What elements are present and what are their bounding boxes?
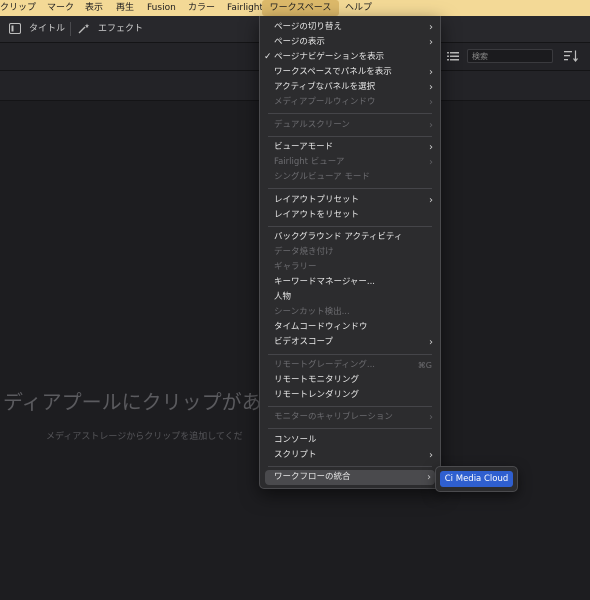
menu-item-console[interactable]: コンソール	[260, 433, 440, 448]
chevron-right-icon: ›	[429, 37, 433, 48]
chevron-right-icon: ›	[429, 450, 433, 461]
chevron-right-icon: ›	[429, 412, 433, 423]
menu-separator	[268, 226, 432, 227]
workflow-integrations-submenu: Ci Media Cloud	[435, 466, 518, 492]
menu-view[interactable]: 表示	[85, 0, 103, 16]
chevron-right-icon: ›	[429, 142, 433, 153]
chevron-right-icon: ›	[429, 195, 433, 206]
menu-mark[interactable]: マーク	[47, 0, 74, 16]
chevron-right-icon: ›	[429, 157, 433, 168]
menu-item-remote-rendering[interactable]: リモートレンダリング	[260, 388, 440, 403]
effects-panel-button[interactable]: エフェクト	[98, 16, 143, 42]
menu-fairlight[interactable]: Fairlight	[227, 0, 263, 16]
checkmark-icon: ✓	[264, 52, 272, 62]
chevron-right-icon: ›	[429, 337, 433, 348]
chevron-right-icon: ›	[429, 120, 433, 131]
menu-color[interactable]: カラー	[188, 0, 215, 16]
menu-item-video-scopes[interactable]: ビデオスコープ ›	[260, 335, 440, 350]
menu-item-scripts[interactable]: スクリプト ›	[260, 448, 440, 463]
menu-item-show-page[interactable]: ページの表示 ›	[260, 35, 440, 50]
search-input[interactable]: 検索	[467, 49, 553, 63]
sort-icon[interactable]	[564, 50, 579, 62]
menu-item-workflow-integrations[interactable]: ワークフローの統合 ›	[265, 470, 435, 485]
menu-playback[interactable]: 再生	[116, 0, 134, 16]
menu-item-show-panels[interactable]: ワークスペースでパネルを表示 ›	[260, 65, 440, 80]
menu-item-data-burn-in: データ焼き付け	[274, 247, 334, 257]
menu-item-background-activity[interactable]: バックグラウンド アクティビティ	[260, 230, 440, 245]
magic-wand-icon[interactable]	[78, 23, 90, 34]
chevron-right-icon: ›	[429, 22, 433, 33]
menu-separator	[268, 354, 432, 355]
menu-item-keyword-manager[interactable]: キーワードマネージャー...	[260, 275, 440, 290]
title-panel-button[interactable]: タイトル	[29, 16, 65, 42]
menu-item-timecode-window[interactable]: タイムコードウィンドウ	[260, 320, 440, 335]
chevron-right-icon: ›	[429, 82, 433, 93]
menu-item-media-pool-window: メディアプールウィンドウ ›	[274, 97, 433, 108]
menu-item-gallery: ギャラリー	[274, 262, 317, 272]
menu-item-select-active-panel[interactable]: アクティブなパネルを選択 ›	[260, 80, 440, 95]
menu-separator	[268, 406, 432, 407]
menu-separator	[268, 113, 432, 114]
menu-item-remote-monitoring[interactable]: リモートモニタリング	[260, 373, 440, 388]
menu-item-single-viewer-mode: シングルビューア モード	[274, 172, 370, 182]
list-view-icon[interactable]	[447, 52, 459, 61]
shortcut-label: ⌘G	[417, 361, 432, 370]
menu-item-fairlight-viewer: Fairlight ビューア ›	[274, 157, 433, 168]
menu-fusion[interactable]: Fusion	[147, 0, 176, 16]
menu-item-layout-presets[interactable]: レイアウトプリセット ›	[260, 193, 440, 208]
menu-help[interactable]: ヘルプ	[345, 0, 372, 16]
empty-media-pool-hint: メディアストレージからクリップを追加してくだ	[46, 432, 243, 442]
menu-item-monitor-calibration: モニターのキャリブレーション ›	[274, 412, 433, 423]
chevron-right-icon: ›	[429, 97, 433, 108]
menu-item-scene-cut-detector: シーンカット検出...	[274, 307, 350, 317]
title-panel-icon[interactable]	[9, 23, 21, 34]
menu-separator	[268, 188, 432, 189]
empty-media-pool-title: ディアプールにクリップがあり	[3, 390, 282, 414]
submenu-item-ci-media-cloud[interactable]: Ci Media Cloud	[440, 471, 513, 487]
workspace-menu: ページの切り替え › ページの表示 › ✓ ページナビゲーションを表示 ワークスペース…	[259, 16, 441, 489]
menu-item-people[interactable]: 人物	[260, 290, 440, 305]
menu-bar: クリップ マーク 表示 再生 Fusion カラー Fairlight ワークス…	[0, 0, 590, 16]
chevron-right-icon: ›	[427, 472, 431, 483]
menu-item-reset-layout[interactable]: レイアウトをリセット	[260, 208, 440, 223]
menu-separator	[268, 428, 432, 429]
menu-item-switch-page[interactable]: ページの切り替え ›	[260, 20, 440, 35]
menu-item-remote-grading: リモートグレーディング... ⌘G	[260, 358, 440, 373]
menu-item-viewer-mode[interactable]: ビューアモード ›	[260, 140, 440, 155]
toolbar-divider	[70, 22, 71, 36]
menu-clip[interactable]: クリップ	[0, 0, 36, 16]
menu-item-dual-screen: デュアルスクリーン ›	[274, 120, 433, 131]
chevron-right-icon: ›	[429, 67, 433, 78]
menu-item-show-page-navigation[interactable]: ✓ ページナビゲーションを表示	[260, 50, 440, 65]
menu-separator	[268, 466, 432, 467]
menu-workspace[interactable]: ワークスペース	[262, 0, 339, 16]
menu-separator	[268, 136, 432, 137]
